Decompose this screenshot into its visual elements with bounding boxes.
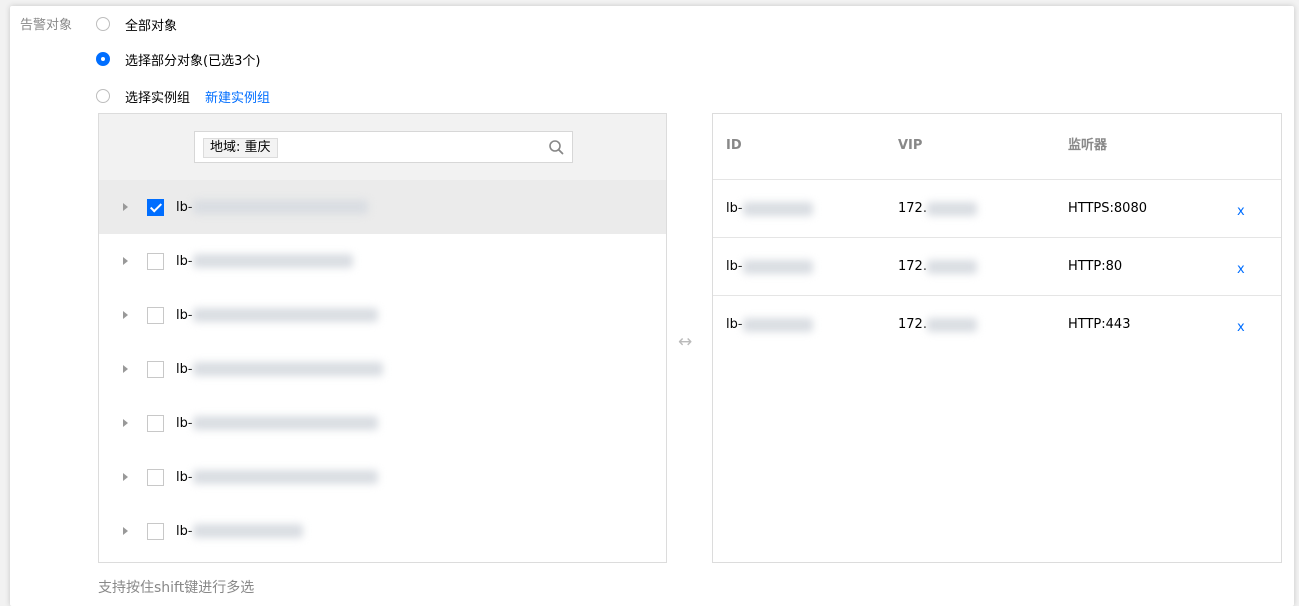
expand-caret-icon[interactable] [123, 527, 128, 535]
cell-id: lb- [726, 238, 813, 295]
row-checkbox[interactable] [147, 252, 164, 270]
radio-instance-group[interactable]: 选择实例组 新建实例组 [96, 85, 270, 107]
search-input[interactable]: 地域: 重庆 [194, 131, 573, 163]
tree-row[interactable]: lb- [99, 396, 666, 450]
expand-caret-icon[interactable] [123, 311, 128, 319]
multi-select-hint: 支持按住shift键进行多选 [98, 580, 255, 596]
radio-circle[interactable] [96, 89, 110, 103]
tree-row[interactable]: lb- [99, 342, 666, 396]
row-checkbox[interactable] [147, 198, 164, 216]
column-header-listener: 监听器 [1068, 138, 1108, 153]
row-checkbox[interactable] [147, 360, 164, 378]
new-instance-group-link[interactable]: 新建实例组 [205, 87, 270, 106]
expand-caret-icon[interactable] [123, 365, 128, 373]
radio-label: 全部对象 [125, 18, 178, 34]
instance-id: lb- [176, 470, 378, 485]
tree-row[interactable]: lb- [99, 234, 666, 288]
cell-vip: 172. [898, 238, 977, 295]
table-row: lb- 172. HTTPS:8080 x [713, 180, 1281, 238]
cell-listener: HTTP:80 [1068, 259, 1123, 274]
instance-id: lb- [176, 416, 378, 431]
selected-objects-panel: ID VIP 监听器 lb- 172. HTTPS:8080 x lb- 172… [712, 113, 1282, 563]
cell-id: lb- [726, 180, 813, 237]
region-filter-tag[interactable]: 地域: 重庆 [203, 138, 278, 158]
radio-label: 选择部分对象(已选3个) [125, 53, 261, 69]
search-icon[interactable] [548, 139, 564, 155]
search-area: 地域: 重庆 [99, 114, 666, 180]
column-header-vip: VIP [898, 138, 923, 153]
expand-caret-icon[interactable] [123, 203, 128, 211]
radio-label: 选择实例组 [125, 90, 191, 106]
instance-id: lb- [176, 308, 378, 323]
transfer-arrows-icon: ↔ [678, 332, 693, 352]
row-checkbox[interactable] [147, 414, 164, 432]
table-row: lb- 172. HTTP:443 x [713, 296, 1281, 353]
field-label: 告警对象 [20, 18, 73, 33]
instance-id: lb- [176, 200, 368, 215]
column-header-id: ID [726, 138, 742, 153]
instance-id: lb- [176, 254, 353, 269]
remove-button[interactable]: x [1237, 299, 1245, 356]
available-objects-panel: 地域: 重庆 lb- lb- lb- lb- lb- lb- lb- [98, 113, 667, 563]
cell-listener: HTTPS:8080 [1068, 201, 1147, 216]
instance-id: lb- [176, 524, 303, 539]
cell-vip: 172. [898, 296, 977, 353]
expand-caret-icon[interactable] [123, 419, 128, 427]
row-checkbox[interactable] [147, 522, 164, 540]
table-header: ID VIP 监听器 [713, 114, 1281, 180]
radio-all-objects[interactable]: 全部对象 [96, 13, 177, 35]
cell-listener: HTTP:443 [1068, 317, 1131, 332]
row-checkbox[interactable] [147, 468, 164, 486]
cell-id: lb- [726, 296, 813, 353]
row-checkbox[interactable] [147, 306, 164, 324]
tree-row[interactable]: lb- [99, 504, 666, 558]
remove-button[interactable]: x [1237, 183, 1245, 240]
cell-vip: 172. [898, 180, 977, 237]
radio-circle-checked[interactable] [96, 52, 110, 66]
tree-row[interactable]: lb- [99, 450, 666, 504]
expand-caret-icon[interactable] [123, 257, 128, 265]
instance-id: lb- [176, 362, 383, 377]
radio-circle[interactable] [96, 17, 110, 31]
expand-caret-icon[interactable] [123, 473, 128, 481]
table-row: lb- 172. HTTP:80 x [713, 238, 1281, 296]
remove-button[interactable]: x [1237, 241, 1245, 298]
tree-row[interactable]: lb- [99, 180, 666, 234]
tree-row[interactable]: lb- [99, 288, 666, 342]
radio-partial-objects[interactable]: 选择部分对象(已选3个) [96, 48, 260, 70]
